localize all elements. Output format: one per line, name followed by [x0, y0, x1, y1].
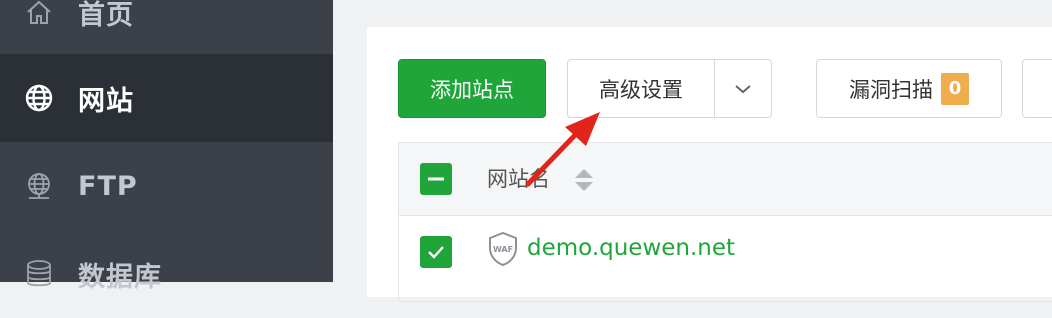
site-table: 网站名 WAF demo.quewen.net — [398, 142, 1052, 302]
sidebar-item-home[interactable]: 首页 — [0, 0, 333, 56]
globe-icon — [24, 83, 54, 113]
table-header: 网站名 — [399, 143, 1052, 216]
site-name-link[interactable]: demo.quewen.net — [527, 235, 735, 261]
advanced-settings-button[interactable]: 高级设置 — [568, 60, 715, 117]
sidebar-item-label: 网站 — [78, 85, 134, 117]
table-row: WAF demo.quewen.net — [399, 216, 1052, 288]
vuln-count-badge: 0 — [941, 72, 969, 105]
sidebar-item-label: 首页 — [78, 0, 134, 31]
site-list-panel: 添加站点 高级设置 漏洞扫描 0 网站名 WAF demo.quewen.net — [367, 27, 1052, 302]
home-icon — [24, 0, 54, 27]
advanced-settings-split-button: 高级设置 — [567, 59, 772, 118]
svg-text:WAF: WAF — [493, 245, 513, 254]
vuln-scan-button[interactable]: 漏洞扫描 0 — [816, 59, 1002, 118]
sort-icon[interactable] — [573, 166, 595, 194]
select-all-checkbox[interactable] — [420, 163, 452, 195]
vuln-scan-label: 漏洞扫描 — [849, 77, 933, 102]
sidebar-item-database[interactable]: 数据库 — [0, 230, 333, 318]
sidebar-item-label: FTP — [78, 170, 138, 202]
ftp-globe-icon — [24, 171, 54, 201]
sidebar: 首页 网站 FTP 数据库 — [0, 0, 333, 293]
sidebar-item-label: 数据库 — [78, 261, 162, 293]
column-header-site-name[interactable]: 网站名 — [487, 163, 550, 193]
row-checkbox[interactable] — [420, 236, 452, 268]
database-icon — [24, 259, 54, 289]
add-site-button[interactable]: 添加站点 — [398, 59, 546, 118]
toolbar-button-partial[interactable] — [1022, 59, 1052, 118]
sidebar-item-ftp[interactable]: FTP — [0, 142, 333, 230]
sidebar-item-website[interactable]: 网站 — [0, 54, 333, 142]
chevron-down-icon[interactable] — [715, 60, 771, 117]
waf-shield-icon: WAF — [487, 231, 519, 267]
